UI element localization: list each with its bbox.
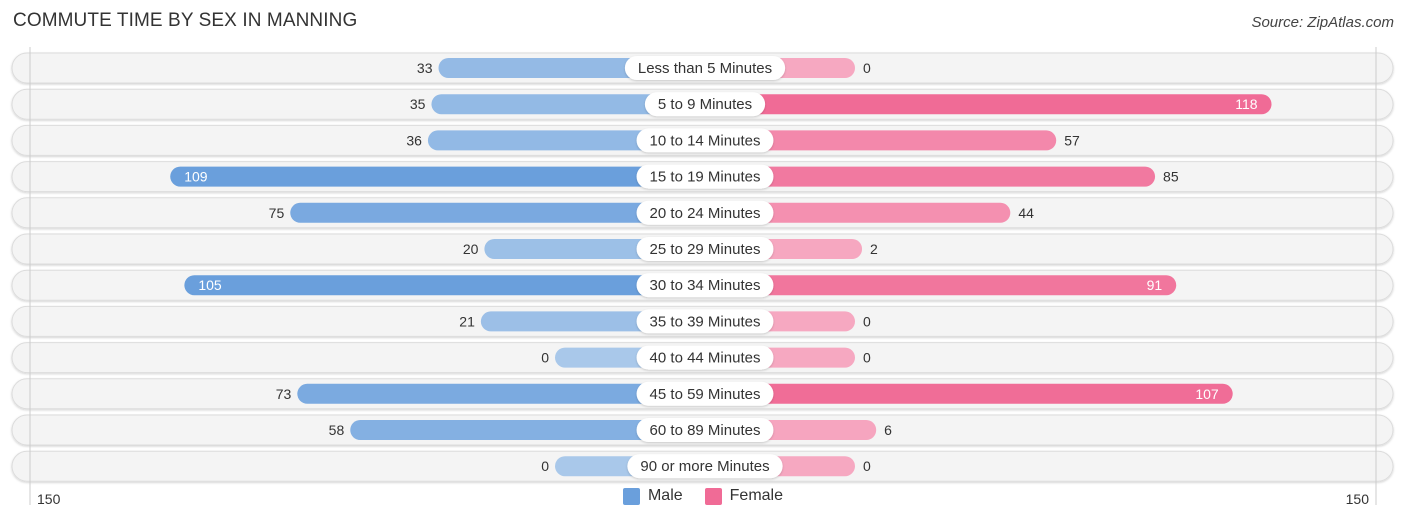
category-label: 90 or more Minutes xyxy=(640,458,769,475)
male-value-label: 109 xyxy=(184,169,208,185)
category-label: 15 to 19 Minutes xyxy=(650,169,761,186)
category-label: 30 to 34 Minutes xyxy=(650,277,761,294)
female-value-label: 0 xyxy=(863,350,871,366)
category-label: 60 to 89 Minutes xyxy=(650,422,761,439)
male-value-label: 105 xyxy=(198,277,222,293)
legend-item-female[interactable]: Female xyxy=(704,487,784,505)
chart-canvas: 33 0 Less than 5 Minutes 35 118 5 to 9 Minute… xyxy=(11,47,1394,507)
male-swatch xyxy=(622,487,640,505)
male-bar xyxy=(170,166,706,187)
male-value-label: 73 xyxy=(276,386,292,402)
male-value-label: 0 xyxy=(541,350,549,366)
category-label: 20 to 24 Minutes xyxy=(650,205,761,222)
male-value-label: 21 xyxy=(459,313,475,329)
legend-item-male[interactable]: Male xyxy=(622,487,683,505)
female-value-label: 118 xyxy=(1235,96,1258,112)
category-label: Less than 5 Minutes xyxy=(638,60,772,77)
legend-label-female: Female xyxy=(729,487,784,504)
category-label: 10 to 14 Minutes xyxy=(650,132,761,149)
male-value-label: 0 xyxy=(541,458,549,474)
male-value-label: 33 xyxy=(417,60,433,76)
female-value-label: 2 xyxy=(870,241,878,257)
category-label: 25 to 29 Minutes xyxy=(650,241,761,258)
female-value-label: 91 xyxy=(1147,277,1163,293)
category-label: 45 to 59 Minutes xyxy=(650,386,761,403)
category-label: 40 to 44 Minutes xyxy=(650,350,761,367)
female-value-label: 6 xyxy=(884,422,892,438)
legend: Male Female xyxy=(0,487,1406,505)
female-value-label: 85 xyxy=(1163,169,1179,185)
legend-label-male: Male xyxy=(647,487,683,504)
female-value-label: 107 xyxy=(1195,386,1219,402)
male-bar xyxy=(184,275,706,296)
category-label: 35 to 39 Minutes xyxy=(650,313,761,330)
category-label: 5 to 9 Minutes xyxy=(658,96,752,113)
female-bar xyxy=(705,94,1272,115)
male-value-label: 35 xyxy=(410,96,426,112)
female-value-label: 57 xyxy=(1064,132,1080,148)
male-value-label: 58 xyxy=(329,422,345,438)
female-value-label: 44 xyxy=(1018,205,1034,221)
female-swatch xyxy=(704,487,722,505)
male-value-label: 75 xyxy=(269,205,285,221)
female-bar xyxy=(705,275,1177,296)
female-value-label: 0 xyxy=(863,60,871,76)
female-bar xyxy=(705,383,1233,404)
male-value-label: 20 xyxy=(463,241,479,257)
male-value-label: 36 xyxy=(406,132,422,148)
female-value-label: 0 xyxy=(863,458,871,474)
female-value-label: 0 xyxy=(863,313,871,329)
